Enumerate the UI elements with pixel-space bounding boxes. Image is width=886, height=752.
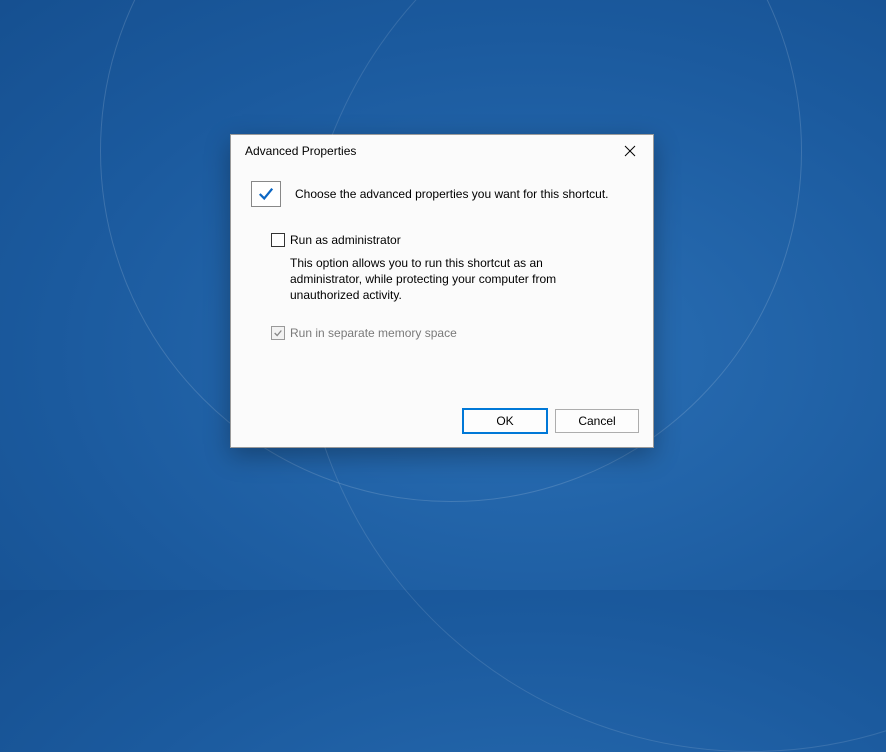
- ok-button[interactable]: OK: [463, 409, 547, 433]
- cancel-button[interactable]: Cancel: [555, 409, 639, 433]
- run-as-admin-description: This option allows you to run this short…: [290, 255, 590, 304]
- checkmark-box-icon: [251, 181, 281, 207]
- separate-memory-label: Run in separate memory space: [290, 326, 457, 340]
- close-button[interactable]: [615, 140, 645, 162]
- separate-memory-row: Run in separate memory space: [271, 326, 633, 340]
- separate-memory-checkbox: [271, 326, 285, 340]
- advanced-properties-dialog: Advanced Properties Choose the advanced …: [230, 134, 654, 448]
- close-icon: [624, 145, 636, 157]
- run-as-admin-checkbox[interactable]: [271, 233, 285, 247]
- separate-memory-option: Run in separate memory space: [271, 326, 633, 340]
- run-as-admin-option: Run as administrator This option allows …: [271, 233, 633, 304]
- dialog-content: Choose the advanced properties you want …: [231, 167, 653, 399]
- header-text: Choose the advanced properties you want …: [295, 187, 609, 201]
- dialog-title: Advanced Properties: [245, 144, 356, 158]
- run-as-admin-row: Run as administrator: [271, 233, 633, 247]
- run-as-admin-label[interactable]: Run as administrator: [290, 233, 401, 247]
- button-row: OK Cancel: [231, 399, 653, 447]
- header-row: Choose the advanced properties you want …: [251, 181, 633, 207]
- titlebar: Advanced Properties: [231, 135, 653, 167]
